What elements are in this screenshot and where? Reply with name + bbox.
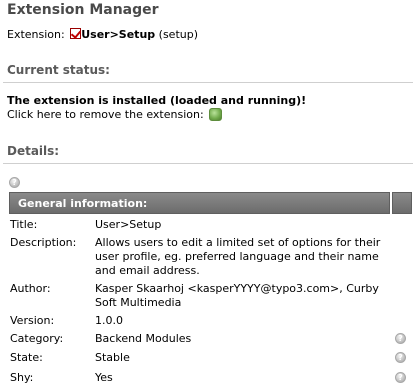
detail-value: Kasper Skaarhoj <kasperYYYY@typo3.com>, …: [95, 282, 379, 309]
extension-label: Extension:: [7, 28, 65, 41]
detail-label: Title:: [10, 218, 38, 231]
detail-label: State:: [10, 351, 43, 364]
detail-label: Author:: [10, 282, 51, 295]
help-icon[interactable]: ?: [9, 177, 20, 188]
page-title: Extension Manager: [7, 2, 159, 18]
detail-value: User>Setup: [95, 218, 162, 231]
divider: [3, 163, 413, 164]
help-icon[interactable]: ?: [395, 352, 406, 363]
remove-extension-icon[interactable]: [209, 108, 223, 121]
general-information-header: General information:: [9, 192, 390, 214]
details-heading: Details:: [7, 144, 60, 158]
detail-label: Shy:: [10, 371, 34, 384]
remove-extension-text: Click here to remove the extension:: [7, 108, 204, 121]
extension-name: User>Setup: [81, 28, 156, 41]
detail-label: Category:: [10, 332, 64, 345]
table-header-end-cell: [392, 192, 412, 214]
detail-label: Version:: [10, 314, 55, 327]
detail-value: Stable: [95, 351, 130, 364]
remove-extension-line: Click here to remove the extension:: [7, 108, 223, 121]
extension-manager-page: Extension Manager Extension: User>Setup …: [0, 0, 413, 389]
extension-line: Extension: User>Setup (setup): [7, 28, 198, 41]
extension-key: (setup): [158, 28, 199, 41]
detail-label: Description:: [10, 236, 77, 249]
current-status-heading: Current status:: [7, 63, 110, 77]
help-icon[interactable]: ?: [395, 333, 406, 344]
detail-value: Backend Modules: [95, 332, 192, 345]
divider: [3, 82, 413, 83]
installed-status-text: The extension is installed (loaded and r…: [7, 94, 307, 107]
checkmark-icon: [70, 28, 82, 39]
detail-value: Yes: [95, 371, 113, 384]
detail-value: 1.0.0: [95, 314, 123, 327]
help-icon[interactable]: ?: [395, 372, 406, 383]
detail-value: Allows users to edit a limited set of op…: [95, 236, 381, 277]
